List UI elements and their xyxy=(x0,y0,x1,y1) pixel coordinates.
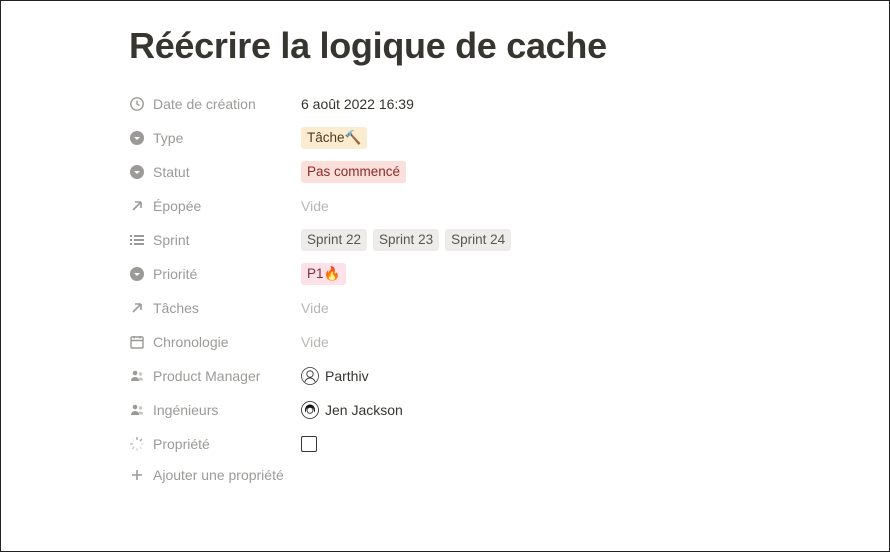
sprint-tag: Sprint 24 xyxy=(445,229,511,251)
select-icon xyxy=(129,130,145,146)
prop-row-pm: Product Manager Parthiv xyxy=(129,359,889,393)
prop-label-priority[interactable]: Priorité xyxy=(129,266,301,282)
prop-row-type: Type Tâche🔨 xyxy=(129,121,889,155)
relation-icon xyxy=(129,198,145,214)
prop-label-text: Épopée xyxy=(153,198,201,214)
prop-label-text: Date de création xyxy=(153,96,256,112)
prop-value-tasks[interactable]: Vide xyxy=(301,300,329,316)
person-icon xyxy=(129,402,145,418)
page-title[interactable]: Réécrire la logique de cache xyxy=(129,25,889,67)
prop-label-text: Product Manager xyxy=(153,368,260,384)
prop-value-pm[interactable]: Parthiv xyxy=(301,367,369,385)
prop-value-type[interactable]: Tâche🔨 xyxy=(301,127,367,149)
prop-label-custom[interactable]: Propriété xyxy=(129,436,301,452)
prop-label-eng[interactable]: Ingénieurs xyxy=(129,402,301,418)
empty-value: Vide xyxy=(301,198,329,214)
checkbox[interactable] xyxy=(301,436,317,452)
prop-label-created[interactable]: Date de création xyxy=(129,96,301,112)
prop-label-text: Type xyxy=(153,130,183,146)
prop-row-eng: Ingénieurs Jen Jackson xyxy=(129,393,889,427)
prop-label-timeline[interactable]: Chronologie xyxy=(129,334,301,350)
select-icon xyxy=(129,164,145,180)
prop-label-epic[interactable]: Épopée xyxy=(129,198,301,214)
add-property-button[interactable]: Ajouter une propriété xyxy=(129,461,889,483)
person-chip: Jen Jackson xyxy=(301,401,403,419)
prop-row-epic: Épopée Vide xyxy=(129,189,889,223)
prop-label-text: Priorité xyxy=(153,266,197,282)
sprint-tag: Sprint 22 xyxy=(301,229,367,251)
prop-row-priority: Priorité P1🔥 xyxy=(129,257,889,291)
avatar xyxy=(301,401,319,419)
calendar-icon xyxy=(129,334,145,350)
person-icon xyxy=(129,368,145,384)
prop-row-sprint: Sprint Sprint 22 Sprint 23 Sprint 24 xyxy=(129,223,889,257)
prop-row-timeline: Chronologie Vide xyxy=(129,325,889,359)
prop-label-text: Propriété xyxy=(153,436,210,452)
avatar xyxy=(301,367,319,385)
prop-label-text: Sprint xyxy=(153,232,190,248)
prop-label-tasks[interactable]: Tâches xyxy=(129,300,301,316)
prop-value-created[interactable]: 6 août 2022 16:39 xyxy=(301,96,414,112)
prop-label-text: Ingénieurs xyxy=(153,402,218,418)
prop-value-eng[interactable]: Jen Jackson xyxy=(301,401,403,419)
prop-label-text: Tâches xyxy=(153,300,199,316)
multiselect-icon xyxy=(129,232,145,248)
loading-icon xyxy=(129,436,145,452)
plus-icon xyxy=(129,467,145,483)
prop-row-custom: Propriété xyxy=(129,427,889,461)
prop-value-custom[interactable] xyxy=(301,436,317,452)
prop-value-priority[interactable]: P1🔥 xyxy=(301,263,346,285)
prop-label-type[interactable]: Type xyxy=(129,130,301,146)
add-property-label: Ajouter une propriété xyxy=(153,467,284,483)
clock-icon xyxy=(129,96,145,112)
person-chip: Parthiv xyxy=(301,367,369,385)
prop-label-sprint[interactable]: Sprint xyxy=(129,232,301,248)
prop-value-timeline[interactable]: Vide xyxy=(301,334,329,350)
person-name: Parthiv xyxy=(325,368,369,384)
prop-row-status: Statut Pas commencé xyxy=(129,155,889,189)
sprint-tag: Sprint 23 xyxy=(373,229,439,251)
priority-tag: P1🔥 xyxy=(301,263,346,285)
type-tag: Tâche🔨 xyxy=(301,127,367,149)
prop-label-pm[interactable]: Product Manager xyxy=(129,368,301,384)
status-tag: Pas commencé xyxy=(301,161,406,183)
relation-icon xyxy=(129,300,145,316)
empty-value: Vide xyxy=(301,334,329,350)
prop-label-text: Statut xyxy=(153,164,190,180)
prop-label-text: Chronologie xyxy=(153,334,229,350)
prop-row-tasks: Tâches Vide xyxy=(129,291,889,325)
prop-value-status[interactable]: Pas commencé xyxy=(301,161,406,183)
empty-value: Vide xyxy=(301,300,329,316)
select-icon xyxy=(129,266,145,282)
prop-value-epic[interactable]: Vide xyxy=(301,198,329,214)
prop-value-sprint[interactable]: Sprint 22 Sprint 23 Sprint 24 xyxy=(301,229,511,251)
created-value: 6 août 2022 16:39 xyxy=(301,96,414,112)
prop-label-status[interactable]: Statut xyxy=(129,164,301,180)
prop-row-created: Date de création 6 août 2022 16:39 xyxy=(129,87,889,121)
person-name: Jen Jackson xyxy=(325,402,403,418)
